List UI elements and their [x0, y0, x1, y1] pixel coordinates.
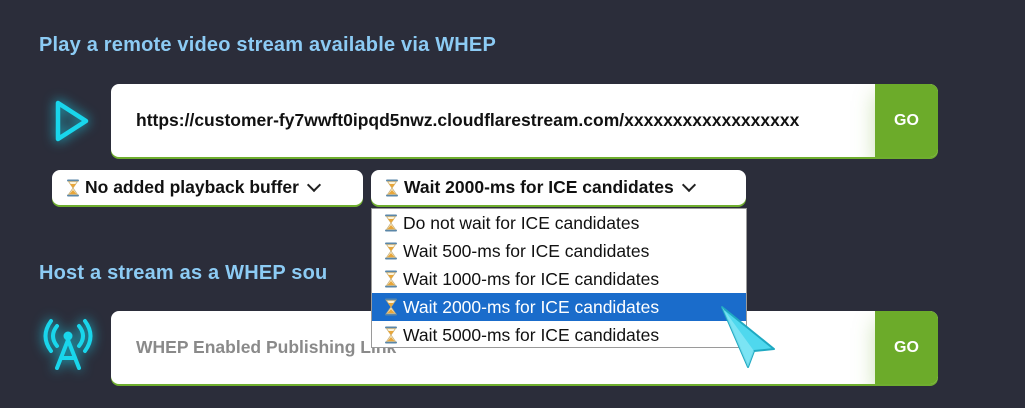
hourglass-icon [385, 326, 397, 344]
dropdown-option[interactable]: Wait 5000-ms for ICE candidates [372, 321, 746, 349]
dropdown-option[interactable]: Do not wait for ICE candidates [372, 209, 746, 237]
dropdown-option-label: Wait 5000-ms for ICE candidates [403, 324, 660, 345]
hourglass-icon [385, 298, 397, 316]
play-url-input[interactable] [111, 84, 876, 157]
play-icon [55, 100, 89, 142]
dropdown-option[interactable]: Wait 500-ms for ICE candidates [372, 237, 746, 265]
host-section-heading: Host a stream as a WHEP sou [39, 262, 328, 284]
dropdown-option-selected[interactable]: Wait 2000-ms for ICE candidates [372, 293, 746, 321]
host-go-button[interactable]: GO [875, 311, 938, 384]
dropdown-option[interactable]: Wait 1000-ms for ICE candidates [372, 265, 746, 293]
dropdown-option-label: Wait 1000-ms for ICE candidates [403, 268, 660, 289]
buffer-select-value: No added playback buffer [85, 177, 299, 197]
hourglass-icon [67, 179, 79, 196]
ice-wait-select-value: Wait 2000-ms for ICE candidates [404, 177, 674, 197]
hourglass-icon [385, 242, 397, 260]
play-go-button[interactable]: GO [875, 84, 938, 157]
hourglass-icon [386, 179, 398, 196]
play-section-heading: Play a remote video stream available via… [39, 34, 496, 56]
dropdown-option-label: Do not wait for ICE candidates [403, 212, 640, 233]
cursor-icon [721, 306, 775, 368]
dropdown-option-label: Wait 2000-ms for ICE candidates [403, 296, 660, 317]
ice-wait-select[interactable]: Wait 2000-ms for ICE candidates [371, 170, 746, 205]
hourglass-icon [385, 270, 397, 288]
antenna-icon [43, 319, 93, 370]
ice-wait-dropdown: Do not wait for ICE candidates Wait 500-… [371, 208, 747, 348]
chevron-down-icon [306, 177, 322, 193]
chevron-down-icon [681, 177, 696, 193]
hourglass-icon [385, 214, 397, 232]
play-url-field: GO [111, 84, 938, 157]
buffer-select[interactable]: No added playback buffer [52, 170, 363, 205]
dropdown-option-label: Wait 500-ms for ICE candidates [403, 240, 650, 261]
